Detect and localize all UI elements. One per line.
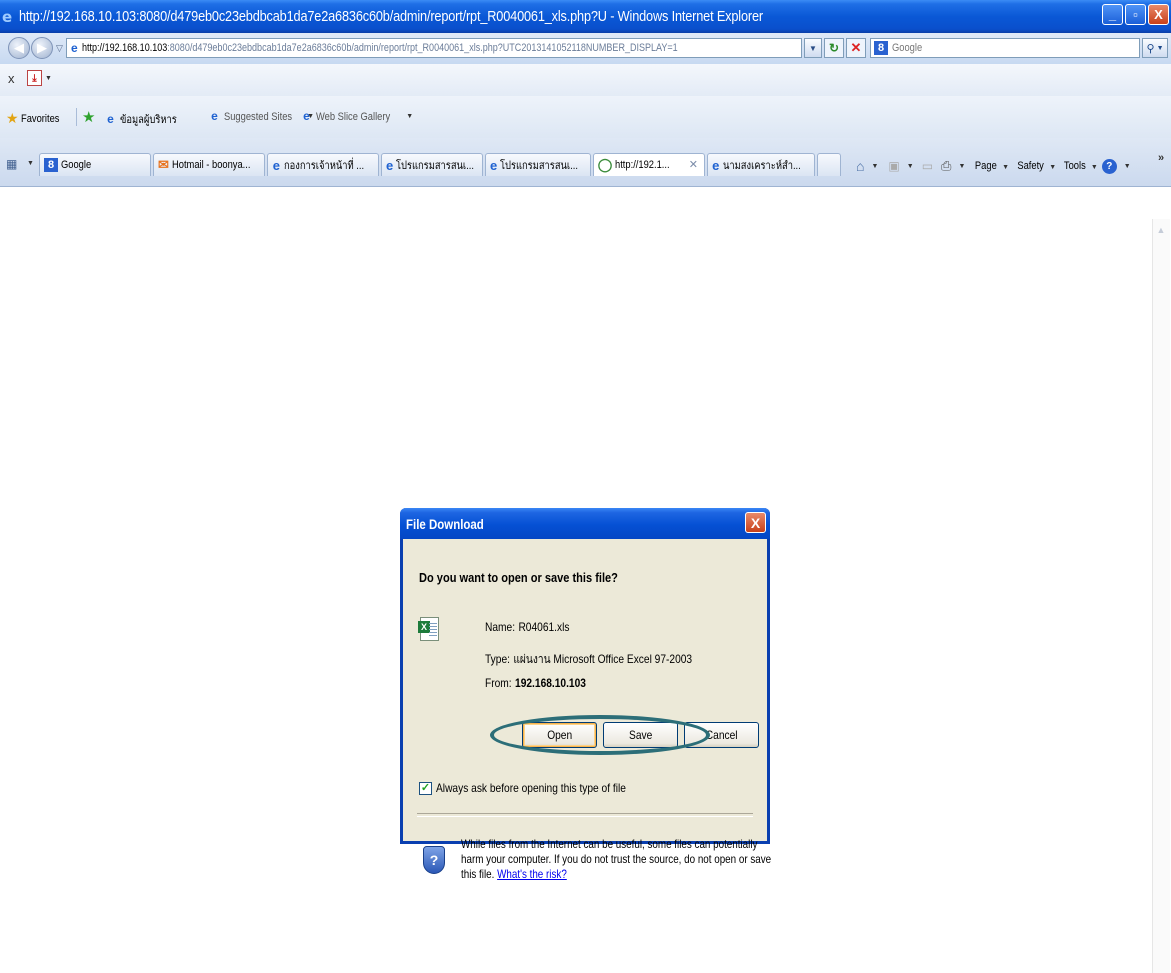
hotmail-icon: ✉	[158, 157, 169, 172]
add-favorite-icon[interactable]: ★	[82, 108, 95, 126]
print-icon[interactable]: ⎙	[941, 158, 951, 174]
tab-list-dropdown-icon[interactable]: ▼	[27, 160, 34, 167]
ie-icon: e	[386, 157, 394, 173]
help-icon[interactable]: ?	[1101, 158, 1117, 174]
divider	[76, 108, 77, 126]
tab-personnel-division[interactable]: e กองการเจ้าหน้าที่ ...	[267, 153, 379, 176]
file-download-dialog: File Download X Do you want to open or s…	[400, 508, 771, 881]
close-window-button[interactable]: X	[1148, 4, 1169, 25]
page-menu-button[interactable]: Page ▼	[973, 160, 1009, 172]
stop-button[interactable]: ✕	[846, 38, 866, 58]
always-ask-checkbox[interactable]: ✓	[419, 781, 432, 795]
dialog-title-bar: File Download X	[400, 508, 770, 539]
favorites-button[interactable]: ★ Favorites	[6, 110, 66, 127]
favorite-item-executive-info[interactable]: e ข้อมูลผู้บริหาร	[104, 110, 187, 128]
addon-toolbar: x ⤓ ▼	[0, 64, 1171, 97]
dialog-close-button[interactable]: X	[745, 512, 766, 533]
excel-file-icon: X	[418, 617, 439, 641]
search-icon: ⚲	[1146, 42, 1155, 55]
pdf-icon[interactable]: ⤓	[27, 70, 42, 86]
address-dropdown-button[interactable]: ▼	[804, 38, 822, 58]
divider	[417, 813, 753, 817]
address-toolbar: ◀ ▶ ▽ e http://192.168.10.103:8080/d479e…	[0, 33, 1171, 65]
ie-icon: e	[107, 111, 114, 126]
home-dropdown-icon[interactable]: ▼	[871, 163, 878, 170]
favorite-item-suggested-sites[interactable]: e Suggested Sites ▼	[208, 110, 314, 123]
address-url: http://192.168.10.103:8080/d479eb0c23ebd…	[81, 42, 678, 54]
print-dropdown-icon[interactable]: ▼	[958, 163, 965, 170]
dialog-title: File Download	[406, 515, 484, 532]
pdf-dropdown-icon[interactable]: ▼	[45, 75, 52, 82]
feeds-dropdown-icon[interactable]: ▼	[907, 163, 914, 170]
recent-pages-dropdown-icon[interactable]: ▽	[56, 43, 63, 54]
security-warning-text: While files from the Internet can be use…	[461, 837, 772, 881]
window-title-bar: e http://192.168.10.103:8080/d479eb0c23e…	[0, 0, 1171, 33]
file-source-row: From: 192.168.10.103	[485, 676, 586, 690]
tab-welfare[interactable]: e นามสงเคราะห์สำ...	[707, 153, 815, 176]
close-tab-icon[interactable]: ✕	[689, 158, 698, 171]
security-shield-icon: ?	[423, 846, 445, 874]
maximize-button[interactable]: ▫	[1125, 4, 1146, 25]
file-source: 192.168.10.103	[515, 676, 586, 690]
loading-icon: ◯	[597, 157, 613, 172]
dropdown-icon: ▼	[406, 113, 414, 120]
file-type: แผ่นงาน Microsoft Office Excel 97-2003	[513, 652, 693, 666]
ie-logo-icon: e	[2, 7, 13, 26]
search-button[interactable]: ⚲ ▼	[1142, 38, 1168, 58]
close-toolbar-icon[interactable]: x	[8, 71, 15, 86]
favorites-star-icon: ★	[6, 110, 19, 126]
tab-info-program-2[interactable]: e โปรแกรมสารสนเ...	[485, 153, 591, 176]
favorites-bar: ★ Favorites ★ e ข้อมูลผู้บริหาร e Sugges…	[0, 96, 1171, 139]
favorite-item-web-slice-gallery[interactable]: e Web Slice Gallery ▼	[300, 110, 413, 123]
ie-icon: e	[712, 157, 720, 173]
file-type-row: Type: แผ่นงาน Microsoft Office Excel 97-2…	[485, 652, 693, 666]
back-button[interactable]: ◀	[8, 37, 30, 59]
annotation-highlight-oval	[490, 715, 710, 755]
tab-hotmail[interactable]: ✉ Hotmail - boonya...	[153, 153, 265, 176]
dialog-question: Do you want to open or save this file?	[419, 570, 618, 585]
forward-button[interactable]: ▶	[31, 37, 53, 59]
search-placeholder: Google	[892, 42, 923, 54]
file-name-row: Name: R04061.xls	[485, 620, 570, 634]
home-icon[interactable]: ⌂	[856, 158, 864, 174]
tab-current-report[interactable]: ◯ http://192.1... ✕	[593, 153, 705, 176]
minimize-button[interactable]: _	[1102, 4, 1123, 25]
ie-icon: e	[272, 157, 281, 173]
scroll-up-icon[interactable]: ▲	[1154, 223, 1168, 237]
always-ask-option[interactable]: ✓ Always ask before opening this type of…	[419, 781, 659, 795]
quick-tabs-icon[interactable]: ▦	[6, 157, 17, 171]
feeds-icon[interactable]: ▣	[888, 159, 899, 173]
page-ie-icon: e	[71, 41, 78, 55]
command-bar: ⌂ ▼ ▣ ▼ ▭ ⎙ ▼ Page ▼ Safety ▼ Tools ▼ ? ▼	[856, 158, 1135, 174]
ie-icon: e	[490, 157, 498, 173]
new-tab-button[interactable]	[817, 153, 841, 176]
tools-menu-button[interactable]: Tools ▼	[1062, 160, 1098, 172]
address-input[interactable]: e http://192.168.10.103:8080/d479eb0c23e…	[66, 38, 802, 58]
search-input[interactable]: 8 Google	[870, 38, 1140, 58]
ie-icon: e	[211, 109, 218, 123]
tab-bar: ▦ ▼ 8 Google ✉ Hotmail - boonya... e กอง…	[0, 138, 1171, 187]
google-icon: 8	[874, 41, 888, 55]
window-title: http://192.168.10.103:8080/d479eb0c23ebd…	[19, 8, 763, 25]
google-icon: 8	[44, 158, 58, 172]
file-name: R04061.xls	[518, 620, 570, 634]
more-commands-icon[interactable]: »	[1158, 152, 1164, 164]
refresh-button[interactable]: ↻	[824, 38, 844, 58]
help-dropdown-icon[interactable]: ▼	[1124, 163, 1131, 170]
tab-info-program-1[interactable]: e โปรแกรมสารสนเ...	[381, 153, 483, 176]
whats-the-risk-link[interactable]: What's the risk?	[497, 867, 567, 881]
tab-google[interactable]: 8 Google	[39, 153, 151, 176]
read-mail-icon[interactable]: ▭	[922, 159, 933, 173]
ie-icon: e	[303, 109, 310, 123]
page-scrollbar[interactable]: ▲	[1152, 219, 1170, 973]
safety-menu-button[interactable]: Safety ▼	[1015, 160, 1056, 172]
